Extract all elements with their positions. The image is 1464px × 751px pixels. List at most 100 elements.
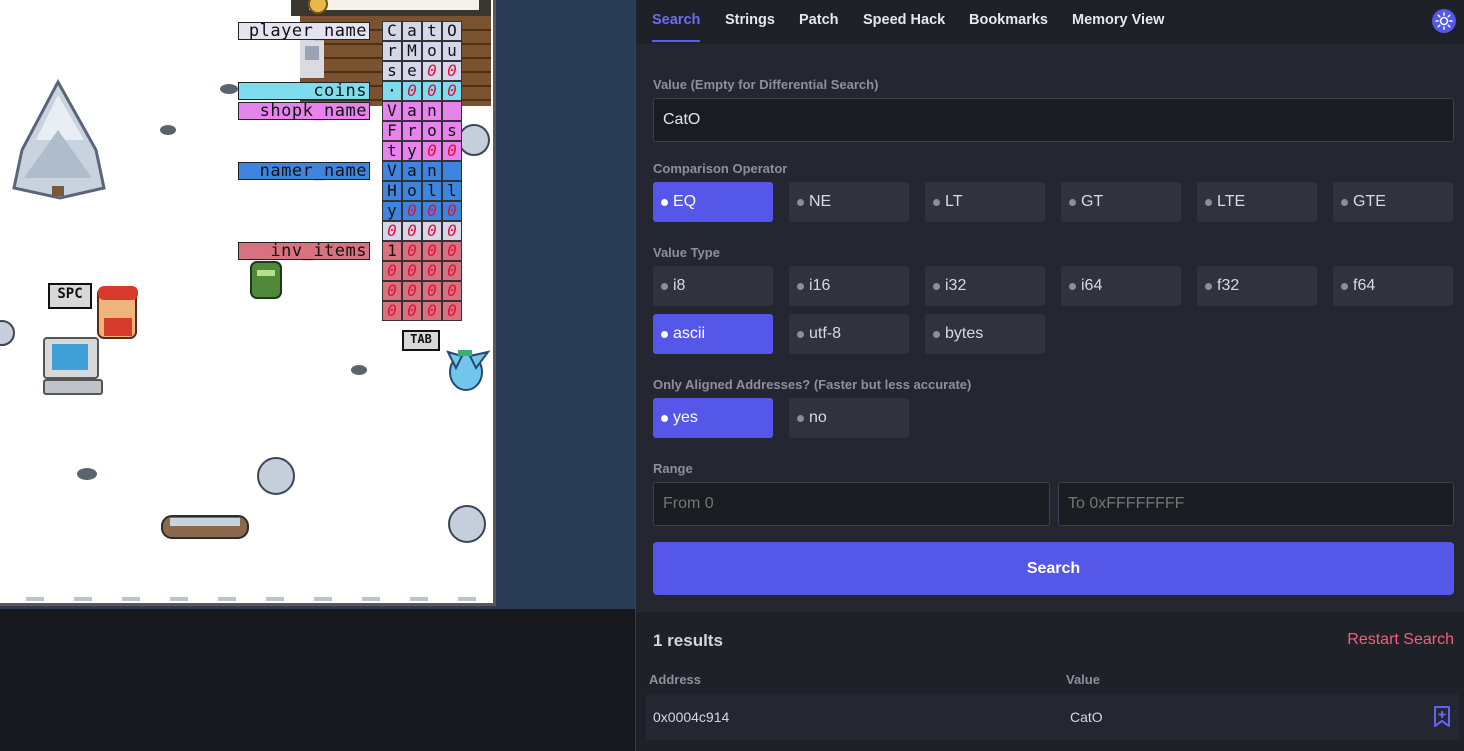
memory-row: y000 xyxy=(382,201,462,221)
range-from-input[interactable] xyxy=(653,482,1050,526)
memory-cell: l xyxy=(442,181,462,201)
value-type-option-utf-8[interactable]: utf-8 xyxy=(789,314,909,354)
memory-cell: y xyxy=(382,201,402,221)
value-input[interactable] xyxy=(653,98,1454,142)
tab-patch[interactable]: Patch xyxy=(799,12,839,42)
memory-cell: · xyxy=(382,81,402,101)
memory-row: ty00 xyxy=(382,141,462,161)
value-type-option-f32[interactable]: f32 xyxy=(1197,266,1317,306)
comparison-option-label: NE xyxy=(809,193,832,210)
radio-dot-icon xyxy=(1341,282,1348,290)
value-type-option-label: ascii xyxy=(673,325,706,342)
label-inv-items: inv_items xyxy=(238,242,370,260)
radio-dot-icon xyxy=(797,414,804,422)
radio-dot-icon xyxy=(933,282,940,290)
memory-cell: n xyxy=(422,161,442,181)
memory-cell xyxy=(442,101,462,121)
comparison-option-gte[interactable]: GTE xyxy=(1333,182,1453,222)
memory-cell xyxy=(442,161,462,181)
comparison-option-eq[interactable]: EQ xyxy=(653,182,773,222)
search-button[interactable]: Search xyxy=(653,542,1454,595)
value-type-option-label: i64 xyxy=(1081,277,1103,294)
aligned-option-no[interactable]: no xyxy=(789,398,909,438)
value-type-option-bytes[interactable]: bytes xyxy=(925,314,1045,354)
column-header-value: Value xyxy=(1066,672,1100,687)
memory-cell: 0 xyxy=(382,301,402,321)
memory-cell: C xyxy=(382,21,402,41)
radio-dot-icon xyxy=(933,198,940,206)
tab-bookmarks[interactable]: Bookmarks xyxy=(969,12,1048,42)
memory-cell: 0 xyxy=(442,261,462,281)
label-namer-name: namer_name xyxy=(238,162,370,180)
memory-cell: 0 xyxy=(382,281,402,301)
game-viewport: player_name coins shopk_name namer_name … xyxy=(0,0,636,751)
memory-cell: 0 xyxy=(422,241,442,261)
tab-bar: Search Strings Patch Speed Hack Bookmark… xyxy=(636,0,1464,44)
value-type-option-label: i16 xyxy=(809,277,831,294)
value-type-option-i8[interactable]: i8 xyxy=(653,266,773,306)
value-type-option-label: utf-8 xyxy=(809,325,842,342)
bookmark-add-button[interactable] xyxy=(1432,706,1452,728)
memory-cell: 0 xyxy=(402,201,422,221)
comparison-option-lt[interactable]: LT xyxy=(925,182,1045,222)
table-row[interactable]: 0x0004c914 CatO xyxy=(646,694,1459,740)
aligned-option-yes[interactable]: yes xyxy=(653,398,773,438)
value-type-option-f64[interactable]: f64 xyxy=(1333,266,1453,306)
memory-cell: O xyxy=(442,21,462,41)
comparison-option-gt[interactable]: GT xyxy=(1061,182,1181,222)
memory-cell: 0 xyxy=(442,201,462,221)
memory-cell: M xyxy=(402,41,422,61)
tab-key-sign: TAB xyxy=(402,330,440,351)
memory-cell: o xyxy=(402,181,422,201)
memory-row: 0000 xyxy=(382,301,462,321)
game-canvas[interactable]: player_name coins shopk_name namer_name … xyxy=(0,0,496,606)
aligned-option-label: no xyxy=(809,409,827,426)
comparison-option-lte[interactable]: LTE xyxy=(1197,182,1317,222)
value-label: Value (Empty for Differential Search) xyxy=(653,77,879,92)
memory-tool-panel: Search Strings Patch Speed Hack Bookmark… xyxy=(635,0,1464,751)
tab-speed-hack[interactable]: Speed Hack xyxy=(863,12,945,42)
memory-row: se00 xyxy=(382,61,462,81)
memory-row: Van xyxy=(382,161,462,181)
memory-cell: n xyxy=(422,101,442,121)
spc-key-sign: SPC xyxy=(48,283,92,309)
memory-cell: a xyxy=(402,101,422,121)
radio-dot-icon xyxy=(1205,282,1212,290)
comparison-label: Comparison Operator xyxy=(653,161,788,176)
value-type-label: Value Type xyxy=(653,245,720,260)
memory-cell: 0 xyxy=(442,61,462,81)
radio-dot-icon xyxy=(661,330,668,338)
value-type-option-i32[interactable]: i32 xyxy=(925,266,1045,306)
memory-cell: y xyxy=(402,141,422,161)
memory-cell: r xyxy=(402,121,422,141)
value-type-option-ascii[interactable]: ascii xyxy=(653,314,773,354)
memory-row: 0000 xyxy=(382,221,462,241)
memory-cell: F xyxy=(382,121,402,141)
radio-dot-icon xyxy=(1069,198,1076,206)
value-type-option-i64[interactable]: i64 xyxy=(1061,266,1181,306)
memory-cell: 0 xyxy=(422,301,442,321)
restart-search-link[interactable]: Restart Search xyxy=(1347,631,1454,649)
tab-memory-view[interactable]: Memory View xyxy=(1072,12,1164,42)
range-to-input[interactable] xyxy=(1058,482,1454,526)
theme-toggle-button[interactable] xyxy=(1432,9,1456,33)
memory-cell: 0 xyxy=(422,221,442,241)
value-type-option-label: f32 xyxy=(1217,277,1240,294)
memory-cell: s xyxy=(442,121,462,141)
tab-strings[interactable]: Strings xyxy=(725,12,775,42)
memory-cell: V xyxy=(382,161,402,181)
memory-cell: 0 xyxy=(402,81,422,101)
memory-cell: 0 xyxy=(422,141,442,161)
comparison-option-ne[interactable]: NE xyxy=(789,182,909,222)
comparison-option-label: LT xyxy=(945,193,963,210)
tab-search[interactable]: Search xyxy=(652,12,701,42)
radio-dot-icon xyxy=(797,282,804,290)
radio-dot-icon xyxy=(1069,282,1076,290)
value-type-option-i16[interactable]: i16 xyxy=(789,266,909,306)
comparison-option-label: GTE xyxy=(1353,193,1386,210)
value-type-option-label: f64 xyxy=(1353,277,1376,294)
memory-cell: a xyxy=(402,21,422,41)
comparison-option-label: EQ xyxy=(673,193,697,210)
memory-cell: 0 xyxy=(422,201,442,221)
memory-cell: 0 xyxy=(442,241,462,261)
